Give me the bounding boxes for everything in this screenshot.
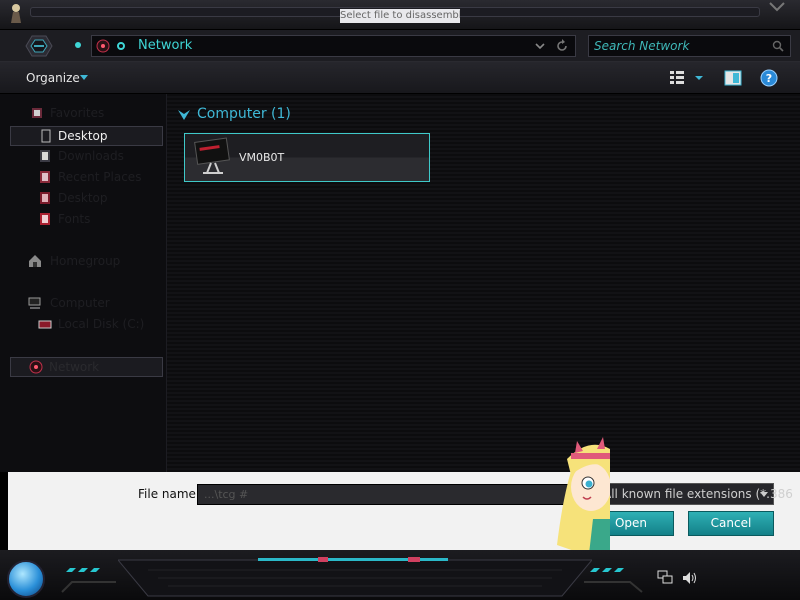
taskbar-band <box>118 557 592 597</box>
nav-item-label: Downloads <box>58 149 124 163</box>
command-bar: Organize ? <box>0 62 800 94</box>
file-name-value: ...\tcg # <box>204 488 249 501</box>
close-icon[interactable] <box>764 0 790 14</box>
start-button[interactable] <box>7 560 45 598</box>
downloads-icon <box>40 150 50 162</box>
organize-button[interactable]: Organize <box>14 67 92 91</box>
nav-item-label: Desktop <box>58 191 108 205</box>
preview-pane-icon[interactable] <box>724 69 742 87</box>
cancel-button[interactable]: Cancel <box>688 511 774 536</box>
network-icon <box>29 360 43 374</box>
homegroup-icon <box>29 255 41 267</box>
computer-icon <box>28 297 41 309</box>
file-list: Computer (1) VM0B0T <box>167 94 800 472</box>
chevron-down-icon[interactable] <box>532 38 548 54</box>
back-forward-button[interactable] <box>22 32 56 60</box>
computer-item[interactable]: VM0B0T <box>184 133 430 182</box>
file-name-panel: File name: ...\tcg # All known file exte… <box>8 437 800 554</box>
file-type-select[interactable]: All known file extensions (*.386 <box>598 483 793 505</box>
nav-item-computer[interactable]: Computer <box>10 294 160 314</box>
volume-icon[interactable] <box>681 570 697 586</box>
search-placeholder: Search Network <box>594 39 690 53</box>
nav-item-label: Computer <box>50 296 110 310</box>
nav-item-fonts[interactable]: Fonts <box>10 210 160 230</box>
recent-pages-icon[interactable] <box>72 39 84 51</box>
nav-item-desktop[interactable]: Desktop <box>10 126 163 146</box>
taskbar-decoration <box>584 568 643 593</box>
nav-item-local-disk[interactable]: Local Disk (C:) <box>10 315 160 335</box>
nav-item-network[interactable]: Network <box>10 357 163 377</box>
title-bar: Select file to disassemble <box>0 0 800 30</box>
network-icon <box>96 39 110 53</box>
nav-item-label: Desktop <box>58 129 108 143</box>
nav-item-label: Local Disk (C:) <box>58 317 145 331</box>
file-name-label: File name: <box>138 487 200 501</box>
drive-icon <box>38 320 52 329</box>
address-row: Network Search Network <box>0 30 800 62</box>
nav-item-label: Homegroup <box>50 254 121 268</box>
recent-places-icon <box>40 171 50 183</box>
svg-text:?: ? <box>766 72 772 85</box>
address-bar[interactable]: Network <box>91 35 576 57</box>
folder-icon <box>40 192 50 204</box>
search-icon[interactable] <box>772 40 784 52</box>
mascot-image <box>557 437 610 554</box>
computer-icon <box>194 137 230 174</box>
organize-label: Organize <box>26 71 80 85</box>
breadcrumb-location[interactable]: Network <box>138 38 192 54</box>
nav-item-desktop-folder[interactable]: Desktop <box>10 189 160 209</box>
file-name-input[interactable]: ...\tcg # <box>197 484 603 505</box>
chevron-down-icon <box>760 492 768 497</box>
network-tray-icon[interactable] <box>657 570 673 586</box>
chevron-down-icon <box>178 110 190 120</box>
nav-item-recent-places[interactable]: Recent Places <box>10 168 160 188</box>
taskbar <box>0 550 800 600</box>
search-input[interactable]: Search Network <box>588 35 791 57</box>
change-view-icon[interactable] <box>668 69 708 87</box>
taskbar-decoration <box>61 568 116 593</box>
navigation-pane: Favorites Desktop Downloads Recent Place… <box>0 94 167 472</box>
nav-item-favorites[interactable]: Favorites <box>10 104 160 124</box>
nav-item-homegroup[interactable]: Homegroup <box>10 252 160 272</box>
nav-item-label: Network <box>49 360 100 374</box>
group-label: Computer (1) <box>197 106 291 122</box>
chevron-down-icon <box>80 75 88 80</box>
refresh-icon[interactable] <box>554 38 570 54</box>
nav-item-label: Fonts <box>58 212 91 226</box>
computer-name: VM0B0T <box>239 151 285 164</box>
star-icon <box>32 108 42 118</box>
nav-item-downloads[interactable]: Downloads <box>10 147 160 167</box>
window-title: Select file to disassemble <box>340 9 460 23</box>
nav-item-label: Recent Places <box>58 170 142 184</box>
app-icon <box>11 4 21 23</box>
breadcrumb-separator <box>117 42 125 50</box>
help-icon[interactable]: ? <box>760 69 778 87</box>
folder-icon <box>40 213 50 225</box>
nav-item-label: Favorites <box>50 106 105 120</box>
desktop-icon <box>41 129 51 143</box>
